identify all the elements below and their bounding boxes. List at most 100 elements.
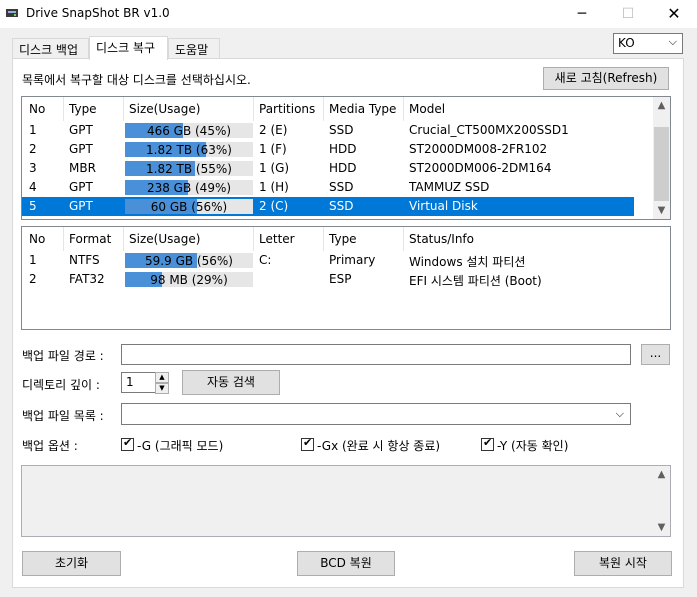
partition-no: 2 [29, 272, 37, 286]
option-y-label[interactable]: -Y (자동 확인) [497, 437, 568, 454]
maximize-button[interactable]: ☐ [605, 0, 651, 28]
disk-row[interactable]: 5 GPT 60 GB (56%) 2 (C) SSD Virtual Disk [22, 197, 634, 216]
disk-no: 3 [29, 161, 37, 175]
check-icon: ✔ [303, 436, 313, 449]
partition-row[interactable]: 1 NTFS 59.9 GB (56%) C: Primary Windows 설치 파티… [22, 251, 670, 270]
option-gx-label[interactable]: -Gx (완료 시 항상 종료) [317, 437, 440, 454]
check-icon: ✔ [123, 436, 133, 449]
scroll-up-icon[interactable]: ▲ [653, 97, 670, 114]
column-header-media-type[interactable]: Media Type [329, 102, 396, 116]
option-g-label[interactable]: -G (그래픽 모드) [137, 437, 223, 454]
option-y-checkbox[interactable]: ✔ [481, 436, 494, 451]
check-icon: ✔ [483, 436, 493, 449]
column-header-type[interactable]: Type [69, 102, 97, 116]
log-output[interactable]: ▲ ▼ [21, 465, 671, 537]
tab-help[interactable]: 도움말 [168, 38, 220, 58]
scroll-thumb[interactable] [654, 127, 669, 201]
column-header-model[interactable]: Model [409, 102, 445, 116]
disk-list-header: No Type Size(Usage) Partitions Media Typ… [22, 97, 670, 121]
usage-bar: 59.9 GB (56%) [125, 253, 253, 268]
scroll-down-icon[interactable]: ▼ [653, 202, 670, 219]
disk-model: TAMMUZ SSD [409, 180, 490, 194]
column-header-size[interactable]: Size(Usage) [129, 102, 200, 116]
dir-depth-label: 디렉토리 깊이 : [22, 378, 100, 392]
partition-type: Primary [329, 253, 376, 267]
backup-file-select[interactable]: ⌵ [121, 403, 631, 425]
instruction-text: 목록에서 복구할 대상 디스크를 선택하십시오. [22, 73, 251, 87]
disk-partitions: 1 (F) [259, 142, 287, 156]
size-usage-text: 60 GB (56%) [150, 200, 228, 214]
spinner-down-icon[interactable]: ▼ [155, 383, 169, 394]
column-header-type[interactable]: Type [329, 232, 357, 246]
disk-no: 4 [29, 180, 37, 194]
partition-letter: C: [259, 253, 272, 267]
partition-info: Windows 설치 파티션 [409, 255, 526, 269]
backup-path-label: 백업 파일 경로 : [22, 349, 104, 363]
disk-row[interactable]: 4 GPT 238 GB (49%) 1 (H) SSD TAMMUZ SSD [22, 178, 634, 197]
usage-bar: 1.82 TB (63%) [125, 142, 253, 157]
disk-type: GPT [69, 199, 93, 213]
disk-media-type: HDD [329, 161, 357, 175]
scroll-down-icon[interactable]: ▼ [653, 519, 670, 536]
backup-list-label: 백업 파일 목록 : [22, 409, 104, 423]
partition-list-header: No Format Size(Usage) Letter Type Status… [22, 227, 670, 251]
language-select[interactable]: KO ⌵ [613, 33, 683, 54]
column-header-size[interactable]: Size(Usage) [129, 232, 200, 246]
disk-type: GPT [69, 123, 93, 137]
title-bar: Drive SnapShot BR v1.0 ─ ☐ ✕ [0, 0, 697, 28]
tab-disk-backup[interactable]: 디스크 백업 [12, 38, 89, 58]
partition-format: FAT32 [69, 272, 105, 286]
usage-bar: 238 GB (49%) [125, 180, 253, 195]
option-gx-checkbox[interactable]: ✔ [301, 436, 314, 451]
disk-row[interactable]: 2 GPT 1.82 TB (63%) 1 (F) HDD ST2000DM008-2FR… [22, 140, 634, 159]
disk-partitions: 2 (E) [259, 123, 288, 137]
browse-button[interactable]: ... [641, 344, 670, 365]
column-header-status[interactable]: Status/Info [409, 232, 474, 246]
disk-type: MBR [69, 161, 96, 175]
size-usage-text: 1.82 TB (55%) [146, 162, 232, 176]
backup-options-label: 백업 옵션 : [22, 439, 78, 453]
column-header-no[interactable]: No [29, 102, 45, 116]
disk-partitions: 1 (G) [259, 161, 290, 175]
backup-path-input[interactable] [121, 344, 631, 365]
column-header-letter[interactable]: Letter [259, 232, 295, 246]
partition-info: EFI 시스템 파티션 (Boot) [409, 274, 542, 288]
refresh-button[interactable]: 새로 고침(Refresh) [543, 67, 669, 90]
disk-media-type: SSD [329, 180, 354, 194]
disk-list-scrollbar[interactable]: ▲ ▼ [653, 97, 670, 219]
disk-row[interactable]: 3 MBR 1.82 TB (55%) 1 (G) HDD ST2000DM006-2DM… [22, 159, 634, 178]
window-title: Drive SnapShot BR v1.0 [26, 6, 170, 20]
size-usage-text: 59.9 GB (56%) [145, 254, 233, 268]
drive-icon [6, 9, 18, 17]
partition-no: 1 [29, 253, 37, 267]
disk-model: ST2000DM008-2FR102 [409, 142, 548, 156]
disk-media-type: HDD [329, 142, 357, 156]
disk-list[interactable]: No Type Size(Usage) Partitions Media Typ… [21, 96, 671, 220]
column-header-partitions[interactable]: Partitions [259, 102, 315, 116]
column-header-format[interactable]: Format [69, 232, 111, 246]
auto-search-button[interactable]: 자동 검색 [182, 370, 280, 395]
bcd-restore-button[interactable]: BCD 복원 [297, 551, 395, 576]
partition-type: ESP [329, 272, 352, 286]
spinner-up-icon[interactable]: ▲ [155, 372, 169, 383]
usage-bar: 98 MB (29%) [125, 272, 253, 287]
chevron-down-icon: ⌵ [615, 407, 624, 420]
disk-model: Crucial_CT500MX200SSD1 [409, 123, 569, 137]
minimize-button[interactable]: ─ [559, 0, 605, 28]
disk-partitions: 2 (C) [259, 199, 289, 213]
reset-button[interactable]: 초기화 [22, 551, 121, 576]
disk-row[interactable]: 1 GPT 466 GB (45%) 2 (E) SSD Crucial_CT500MX2… [22, 121, 634, 140]
start-restore-button[interactable]: 복원 시작 [574, 551, 672, 576]
scroll-up-icon[interactable]: ▲ [653, 466, 670, 483]
column-header-no[interactable]: No [29, 232, 45, 246]
log-scrollbar[interactable]: ▲ ▼ [653, 466, 670, 536]
tab-disk-restore[interactable]: 디스크 복구 [89, 36, 168, 60]
partition-row[interactable]: 2 FAT32 98 MB (29%) ESP EFI 시스템 파티션 (Boot) [22, 270, 670, 289]
size-usage-text: 1.82 TB (63%) [146, 143, 232, 157]
close-button[interactable]: ✕ [651, 0, 697, 28]
usage-bar: 466 GB (45%) [125, 123, 253, 138]
disk-partitions: 1 (H) [259, 180, 289, 194]
disk-no: 5 [29, 199, 37, 213]
option-g-checkbox[interactable]: ✔ [121, 436, 134, 451]
partition-list[interactable]: No Format Size(Usage) Letter Type Status… [21, 226, 671, 330]
